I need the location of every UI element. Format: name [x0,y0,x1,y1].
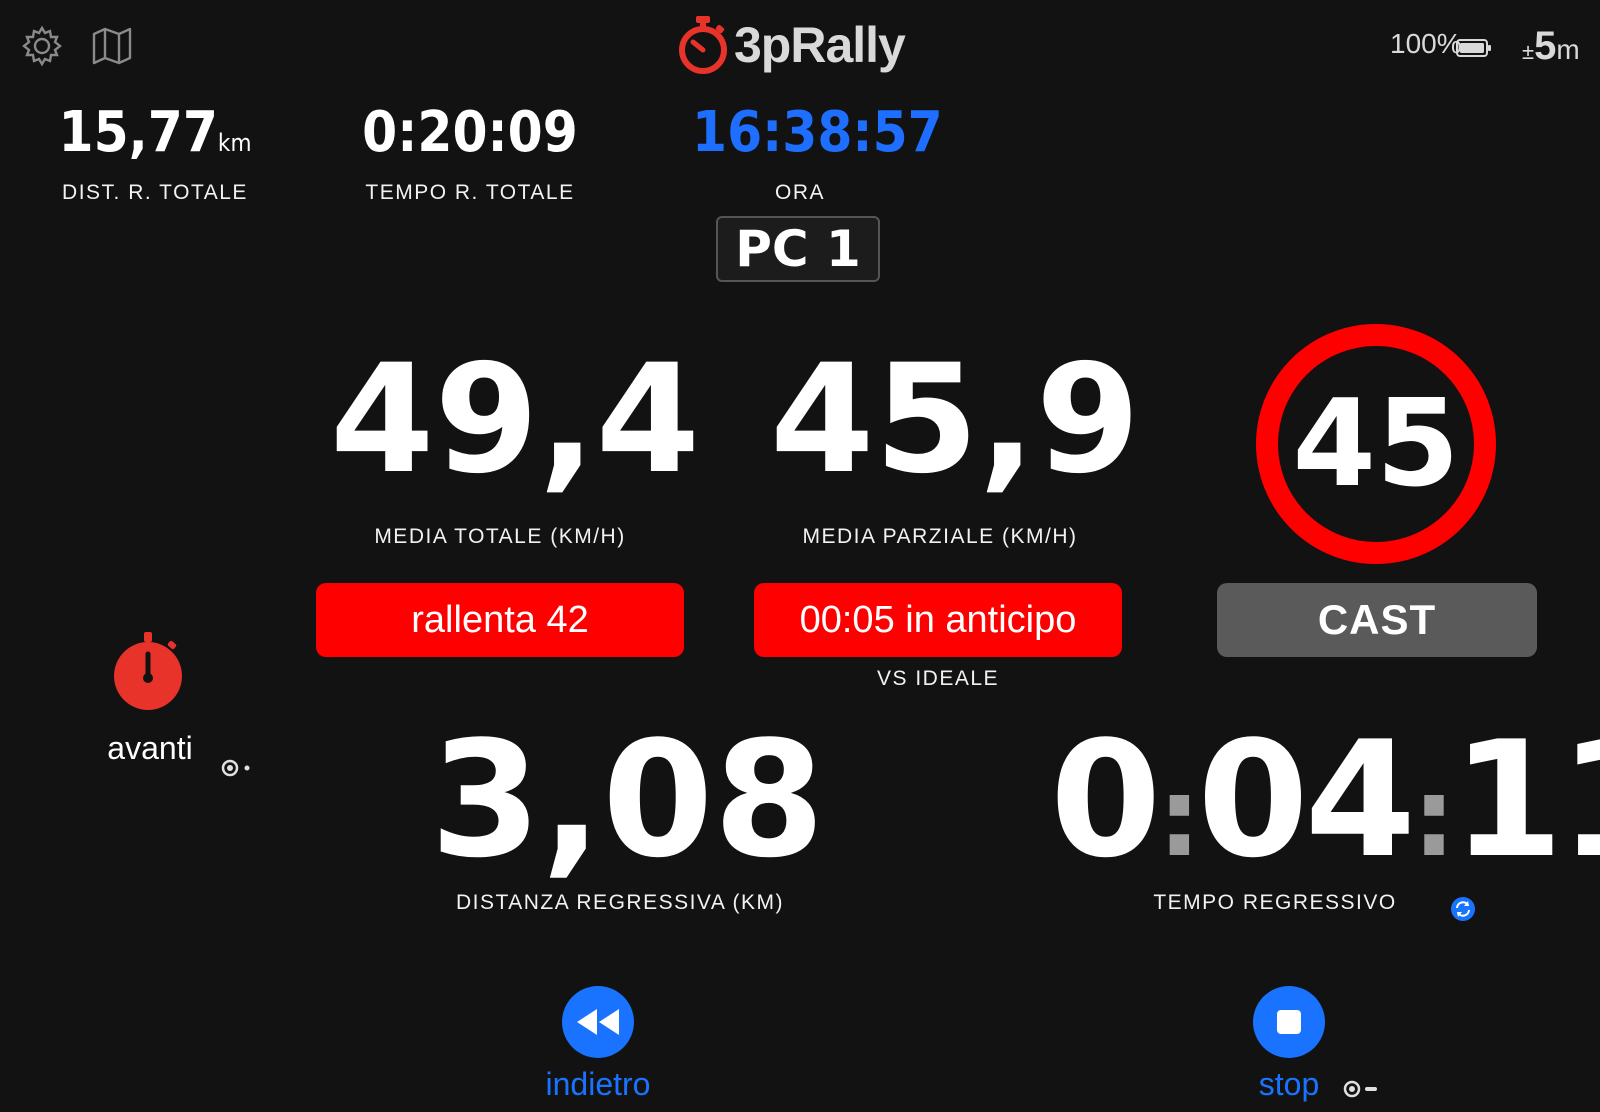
countdown-distance-value: 3,08 [430,706,825,893]
cast-speed-sign: 45 [1256,324,1496,564]
gear-icon[interactable] [20,24,64,68]
stop-label[interactable]: stop [1230,1066,1348,1103]
partial-average-label: MEDIA PARZIALE (KM/H) [802,525,1078,548]
speed-alert-text: rallenta 42 [411,598,589,641]
total-time-value: 0:20:09 [362,100,578,165]
total-average-label: MEDIA TOTALE (KM/H) [374,525,626,548]
total-distance-label: DIST. R. TOTALE [62,181,248,204]
total-average-value: 49,4 [330,333,701,507]
stop-button[interactable] [1253,986,1325,1058]
stop-icon [1277,1010,1301,1034]
countdown-time-value: 0:04:11 [1050,706,1600,893]
battery-percentage: 100% [1390,28,1462,59]
time-alert-badge: 00:05 in anticipo [754,583,1122,657]
rewind-icon [577,1009,619,1035]
total-time-label: TEMPO R. TOTALE [365,181,575,204]
cast-speed-value: 45 [1292,374,1460,514]
map-icon[interactable] [90,24,134,68]
toggle-indicator-icon [220,758,254,782]
clock-label: ORA [774,181,825,204]
stopwatch-logo-icon [679,16,727,74]
forward-label[interactable]: avanti [90,730,210,767]
countdown-distance-label: DISTANZA REGRESSIVA (KM) [455,891,785,914]
stopwatch-icon[interactable] [112,630,184,710]
countdown-time-label: TEMPO REGRESSIVO [1153,891,1397,914]
vs-ideale-label: VS IDEALE [876,667,1000,690]
cast-button-label: CAST [1317,596,1437,643]
battery-icon [1456,38,1492,62]
total-distance-value: 15,77km [58,100,252,165]
time-alert-text: 00:05 in anticipo [799,598,1077,641]
gps-accuracy: ±5m [1522,24,1580,68]
checkpoint-badge[interactable]: PC 1 [716,216,880,282]
cast-button[interactable]: CAST [1217,583,1537,657]
app-logo: 3pRally [672,8,932,78]
app-title: 3pRally [734,17,906,73]
clock-value: 16:38:57 [692,100,943,165]
refresh-icon[interactable] [1450,896,1476,926]
partial-average-value: 45,9 [770,333,1141,507]
checkpoint-label: PC 1 [735,220,861,278]
speed-alert-badge: rallenta 42 [316,583,684,657]
back-label[interactable]: indietro [520,1066,676,1103]
toggle-indicator-icon [1342,1078,1382,1104]
back-button[interactable] [562,986,634,1058]
